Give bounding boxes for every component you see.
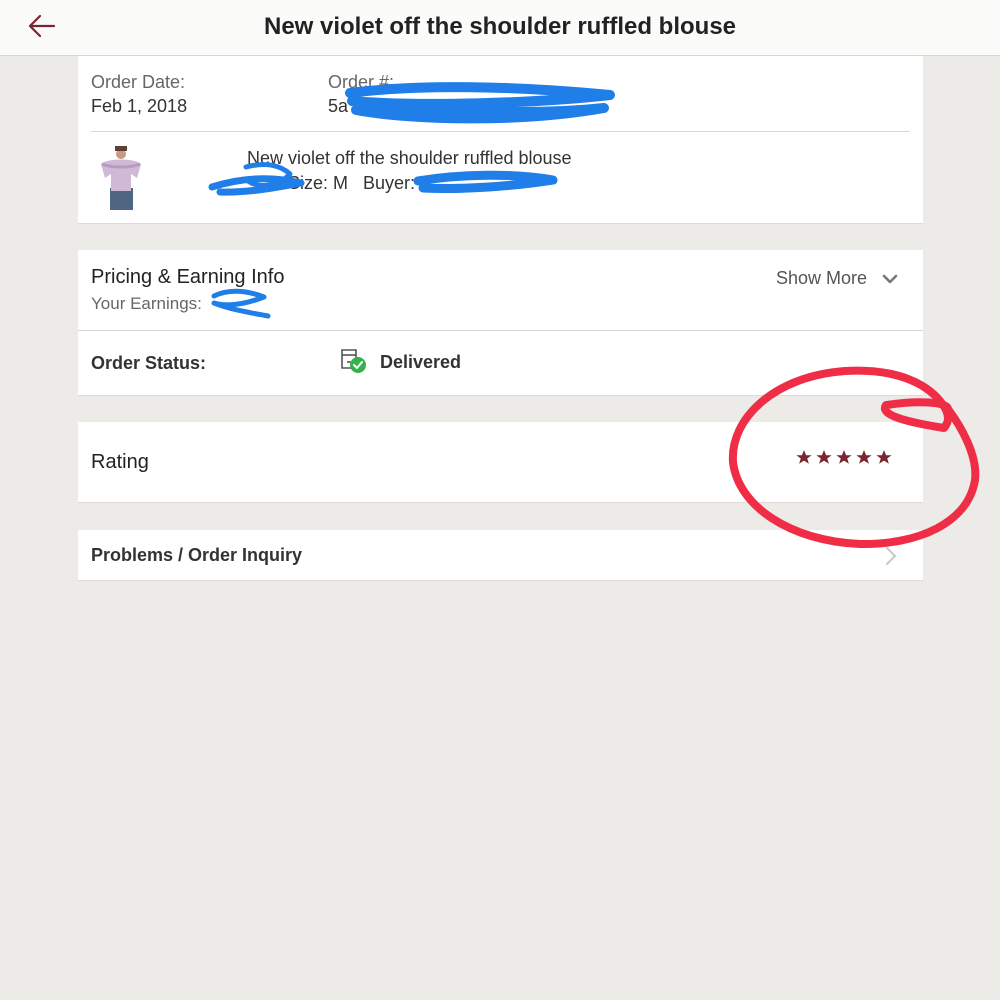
- show-more-label: Show More: [775, 268, 867, 288]
- item-size: Size: M: [288, 173, 349, 193]
- product-thumbnail[interactable]: [96, 146, 146, 210]
- star-rating: [796, 450, 892, 464]
- star-icon: [796, 450, 812, 464]
- pricing-title: Pricing & Earning Info: [91, 266, 285, 288]
- header: New violet off the shoulder ruffled blou…: [0, 0, 1000, 56]
- order-status-value: Delivered: [380, 352, 462, 372]
- divider: [91, 131, 910, 132]
- buyer-label: Buyer:: [363, 173, 416, 193]
- item-title: New violet off the shoulder ruffled blou…: [247, 148, 572, 168]
- order-date-label: Order Date:: [91, 72, 186, 92]
- pricing-card: Pricing & Earning Info Your Earnings: Sh…: [78, 250, 923, 396]
- blouse-image: [96, 146, 146, 210]
- order-number-label: Order #:: [328, 72, 395, 92]
- star-icon: [836, 450, 852, 464]
- rating-label: Rating: [91, 451, 149, 473]
- divider: [78, 330, 923, 331]
- problems-label: Problems / Order Inquiry: [91, 545, 303, 565]
- earnings-label: Your Earnings:: [91, 294, 202, 313]
- order-summary-card: Order Date: Feb 1, 2018 Order #: 5a New …: [78, 56, 923, 224]
- package-delivered-icon: [341, 349, 366, 373]
- star-icon: [856, 450, 872, 464]
- order-date-value: Feb 1, 2018: [91, 96, 188, 116]
- order-number-value: 5a: [328, 96, 349, 116]
- page-title: New violet off the shoulder ruffled blou…: [263, 13, 737, 40]
- star-icon: [876, 450, 892, 464]
- chevron-right-icon: [886, 547, 896, 565]
- chevron-down-icon: [882, 274, 898, 284]
- order-status-label: Order Status:: [91, 353, 207, 373]
- star-icon: [816, 450, 832, 464]
- show-more-button[interactable]: Show More: [776, 268, 898, 289]
- rating-card: Rating: [78, 422, 923, 503]
- problems-order-inquiry-row[interactable]: Problems / Order Inquiry: [78, 530, 923, 581]
